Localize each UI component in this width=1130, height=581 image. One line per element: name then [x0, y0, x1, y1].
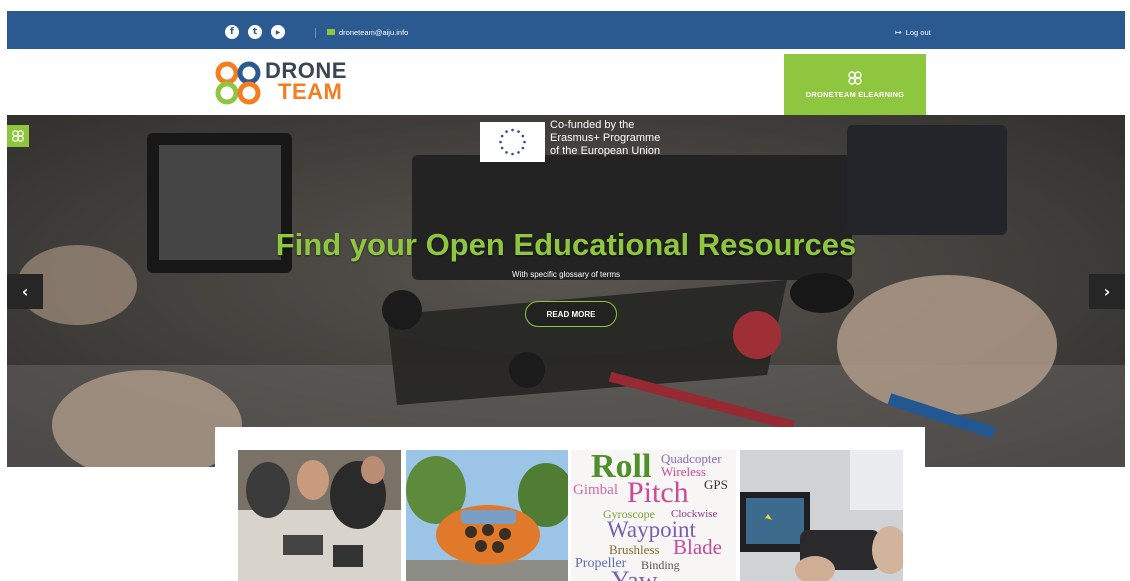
- hero-slider: Co-funded by the Erasmus+ Programme of t…: [7, 115, 1125, 467]
- site-logo[interactable]: DRONE TEAM: [215, 57, 375, 107]
- hero-title: Find your Open Educational Resources: [275, 227, 857, 262]
- twitter-icon[interactable]: t: [248, 25, 262, 39]
- word: Yaw: [611, 566, 658, 581]
- thumbnail-drone-sculpture[interactable]: [406, 450, 568, 581]
- youtube-icon[interactable]: ▶: [271, 25, 285, 39]
- drone-sculpture-image: [406, 450, 568, 581]
- word: Blade: [673, 535, 722, 559]
- word: GPS: [704, 477, 728, 492]
- chevron-right-icon: ›: [1103, 282, 1111, 301]
- email-link[interactable]: droneteam@aiju.info: [327, 25, 408, 39]
- drone-logo-icon: [215, 61, 261, 105]
- logo-text-team: TEAM: [278, 79, 343, 104]
- laptop-controller-image: [740, 450, 903, 581]
- eu-line: Erasmus+ Programme: [550, 132, 661, 144]
- drone-icon: [12, 130, 24, 142]
- eu-line: Co-funded by the: [550, 119, 635, 131]
- elearning-button[interactable]: DRONETEAM ELEARNING: [784, 54, 926, 115]
- corner-drone-badge: [7, 125, 29, 147]
- slider-prev-button[interactable]: ‹: [7, 274, 43, 309]
- word: Gimbal: [573, 482, 618, 498]
- logout-link[interactable]: ↦ Log out: [895, 25, 931, 39]
- classroom-image: [238, 450, 401, 581]
- thumbnail-classroom[interactable]: [238, 450, 401, 581]
- word: Pitch: [627, 476, 689, 509]
- read-more-button[interactable]: READ MORE: [525, 301, 617, 327]
- hero-subtitle: With specific glossary of terms: [511, 270, 621, 279]
- thumbnail-laptop-controller[interactable]: [740, 450, 903, 581]
- chevron-left-icon: ‹: [21, 282, 29, 301]
- elearning-label: DRONETEAM ELEARNING: [805, 90, 905, 99]
- envelope-icon: [327, 29, 335, 35]
- word: Brushless: [609, 542, 660, 557]
- facebook-icon[interactable]: f: [225, 25, 239, 39]
- logout-label: Log out: [905, 27, 931, 37]
- drone-icon: [848, 71, 862, 85]
- hero-background-image: [7, 115, 1125, 467]
- eu-flag-logo: [480, 122, 545, 162]
- email-text: droneteam@aiju.info: [339, 27, 409, 37]
- eu-stars-icon: [499, 128, 526, 156]
- divider: [315, 28, 316, 38]
- eu-cofunded-text: Co-funded by the Erasmus+ Programme of t…: [550, 119, 660, 158]
- slider-next-button[interactable]: ›: [1089, 274, 1125, 309]
- eu-line: of the European Union: [550, 145, 661, 157]
- thumbnail-glossary-wordcloud[interactable]: Roll Quadcopter Wireless Gimbal Pitch GP…: [571, 450, 736, 581]
- top-bar: f t ▶ droneteam@aiju.info ↦ Log out: [7, 11, 1125, 49]
- logout-icon: ↦: [895, 27, 902, 37]
